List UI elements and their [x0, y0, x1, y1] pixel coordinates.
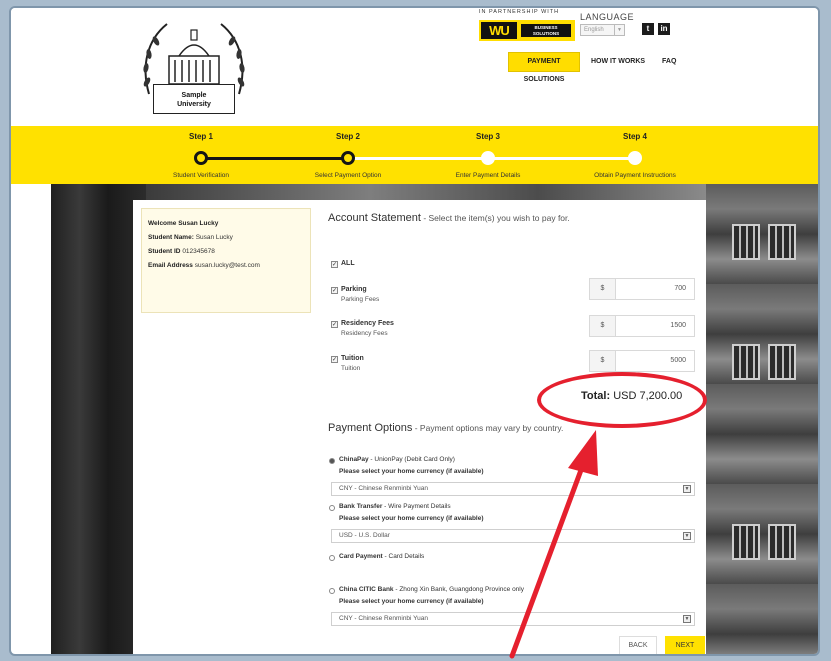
wu-logo-letters: WU [481, 22, 517, 39]
radio-bank-transfer[interactable] [329, 505, 335, 511]
student-id-value: 012345678 [182, 248, 215, 255]
step-1-label: Student Verification [172, 172, 229, 179]
currency-select-value: CNY - Chinese Renminbi Yuan [339, 485, 429, 492]
account-statement-title: Account Statement - Select the item(s) y… [328, 212, 570, 224]
currency-hint: Please select your home currency (if ava… [339, 468, 484, 475]
currency-hint: Please select your home currency (if ava… [339, 515, 484, 522]
account-statement-heading: Account Statement [328, 212, 421, 224]
account-statement-subtitle: - Select the item(s) you wish to pay for… [420, 213, 570, 223]
annotation-highlight-ellipse [537, 372, 707, 428]
steps-progress-done [201, 157, 348, 160]
currency-symbol: $ [590, 316, 616, 336]
browser-frame: Sample University IN PARTNERSHIP WITH WU… [9, 6, 820, 656]
building-window [732, 224, 760, 260]
chevron-down-icon: ▼ [683, 615, 691, 623]
item-parking-label: Parking [341, 286, 367, 293]
option-chinapay-label: ChinaPay - UnionPay (Debit Card Only) [339, 456, 455, 463]
linkedin-icon[interactable]: in [658, 23, 670, 35]
radio-china-citic[interactable] [329, 588, 335, 594]
twitter-icon[interactable]: t [642, 23, 654, 35]
building-window [768, 224, 796, 260]
chevron-down-icon: ▼ [683, 532, 691, 540]
chevron-down-icon: ▼ [683, 485, 691, 493]
student-name-label: Student Name: [148, 234, 194, 241]
currency-select-chinapay[interactable]: CNY - Chinese Renminbi Yuan ▼ [331, 482, 695, 496]
amount-residency-value: 1500 [670, 322, 686, 329]
building-window [768, 344, 796, 380]
background-photo-right [706, 184, 818, 654]
building-window [732, 524, 760, 560]
background-photo-top [146, 184, 706, 200]
university-name: Sample University [153, 84, 235, 114]
amount-parking-value: 700 [674, 285, 686, 292]
background-photo-left [51, 184, 146, 654]
checkbox-residency[interactable]: ✓ [331, 321, 338, 328]
nav-how-it-works[interactable]: HOW IT WORKS [591, 52, 645, 72]
currency-select-china-citic[interactable]: CNY - Chinese Renminbi Yuan ▼ [331, 612, 695, 626]
site-header: Sample University IN PARTNERSHIP WITH WU… [11, 8, 818, 126]
step-4-title: Step 4 [622, 132, 647, 141]
currency-symbol: $ [590, 279, 616, 299]
item-residency-label: Residency Fees [341, 320, 394, 327]
step-2-dot [341, 151, 355, 165]
step-4-dot [628, 151, 642, 165]
email-value: susan.lucky@test.com [194, 262, 260, 269]
currency-select-value: CNY - Chinese Renminbi Yuan [339, 615, 429, 622]
building-window [768, 524, 796, 560]
student-name-value: Susan Lucky [195, 234, 233, 241]
checkbox-all-label: ALL [341, 260, 355, 267]
payment-options-heading: Payment Options [328, 422, 413, 434]
item-tuition-sub: Tuition [341, 365, 361, 372]
nav-faq[interactable]: FAQ [662, 52, 676, 72]
step-2-title: Step 2 [335, 132, 360, 141]
welcome-greeting: Welcome Susan Lucky [148, 220, 219, 227]
currency-select-bank-transfer[interactable]: USD - U.S. Dollar ▼ [331, 529, 695, 543]
option-bank-transfer-label: Bank Transfer - Wire Payment Details [339, 503, 451, 510]
partner-text: IN PARTNERSHIP WITH [479, 9, 560, 15]
checkbox-tuition[interactable]: ✓ [331, 356, 338, 363]
step-1-dot [194, 151, 208, 165]
building-window [732, 344, 760, 380]
currency-hint: Please select your home currency (if ava… [339, 598, 484, 605]
main-content-panel: Welcome Susan Lucky Student Name: Susan … [133, 200, 707, 654]
currency-symbol: $ [590, 351, 616, 371]
item-tuition-label: Tuition [341, 355, 364, 362]
amount-residency-input[interactable]: $ 1500 [589, 315, 695, 337]
item-residency-sub: Residency Fees [341, 330, 388, 337]
step-1-title: Step 1 [188, 132, 213, 141]
language-select[interactable]: English ▼ [580, 24, 625, 36]
step-3-title: Step 3 [475, 132, 500, 141]
radio-card-payment[interactable] [329, 555, 335, 561]
next-button[interactable]: NEXT [665, 636, 705, 654]
student-info-box: Welcome Susan Lucky Student Name: Susan … [141, 208, 311, 313]
radio-chinapay[interactable] [329, 458, 335, 464]
language-label: LANGUAGE [580, 12, 635, 22]
amount-tuition-value: 5000 [670, 357, 686, 364]
amount-tuition-input[interactable]: $ 5000 [589, 350, 695, 372]
step-3-dot [481, 151, 495, 165]
payment-options-subtitle: - Payment options may vary by country. [412, 423, 564, 433]
checkbox-parking[interactable]: ✓ [331, 287, 338, 294]
checkbox-all[interactable]: ✓ [331, 261, 338, 268]
student-id-label: Student ID [148, 248, 181, 255]
language-value: English [584, 27, 604, 33]
step-3-label: Enter Payment Details [455, 172, 521, 179]
currency-select-value: USD - U.S. Dollar [339, 532, 390, 539]
chevron-down-icon: ▼ [614, 25, 624, 35]
step-2-label: Select Payment Option [314, 172, 382, 179]
item-parking-sub: Parking Fees [341, 296, 380, 303]
option-card-payment-label: Card Payment - Card Details [339, 553, 425, 560]
step-4-label: Obtain Payment Instructions [594, 172, 676, 179]
email-label: Email Address [148, 262, 193, 269]
amount-parking-input[interactable]: $ 700 [589, 278, 695, 300]
back-button[interactable]: BACK [619, 636, 657, 654]
option-china-citic-label: China CITIC Bank - Zhong Xin Bank, Guang… [339, 586, 524, 593]
wu-business-solutions-text: BUSINESS SOLUTIONS [521, 24, 571, 37]
payment-options-title: Payment Options - Payment options may va… [328, 422, 563, 434]
western-union-logo[interactable]: WU BUSINESS SOLUTIONS [479, 20, 575, 41]
nav-payment-solutions[interactable]: PAYMENT SOLUTIONS [508, 52, 580, 83]
